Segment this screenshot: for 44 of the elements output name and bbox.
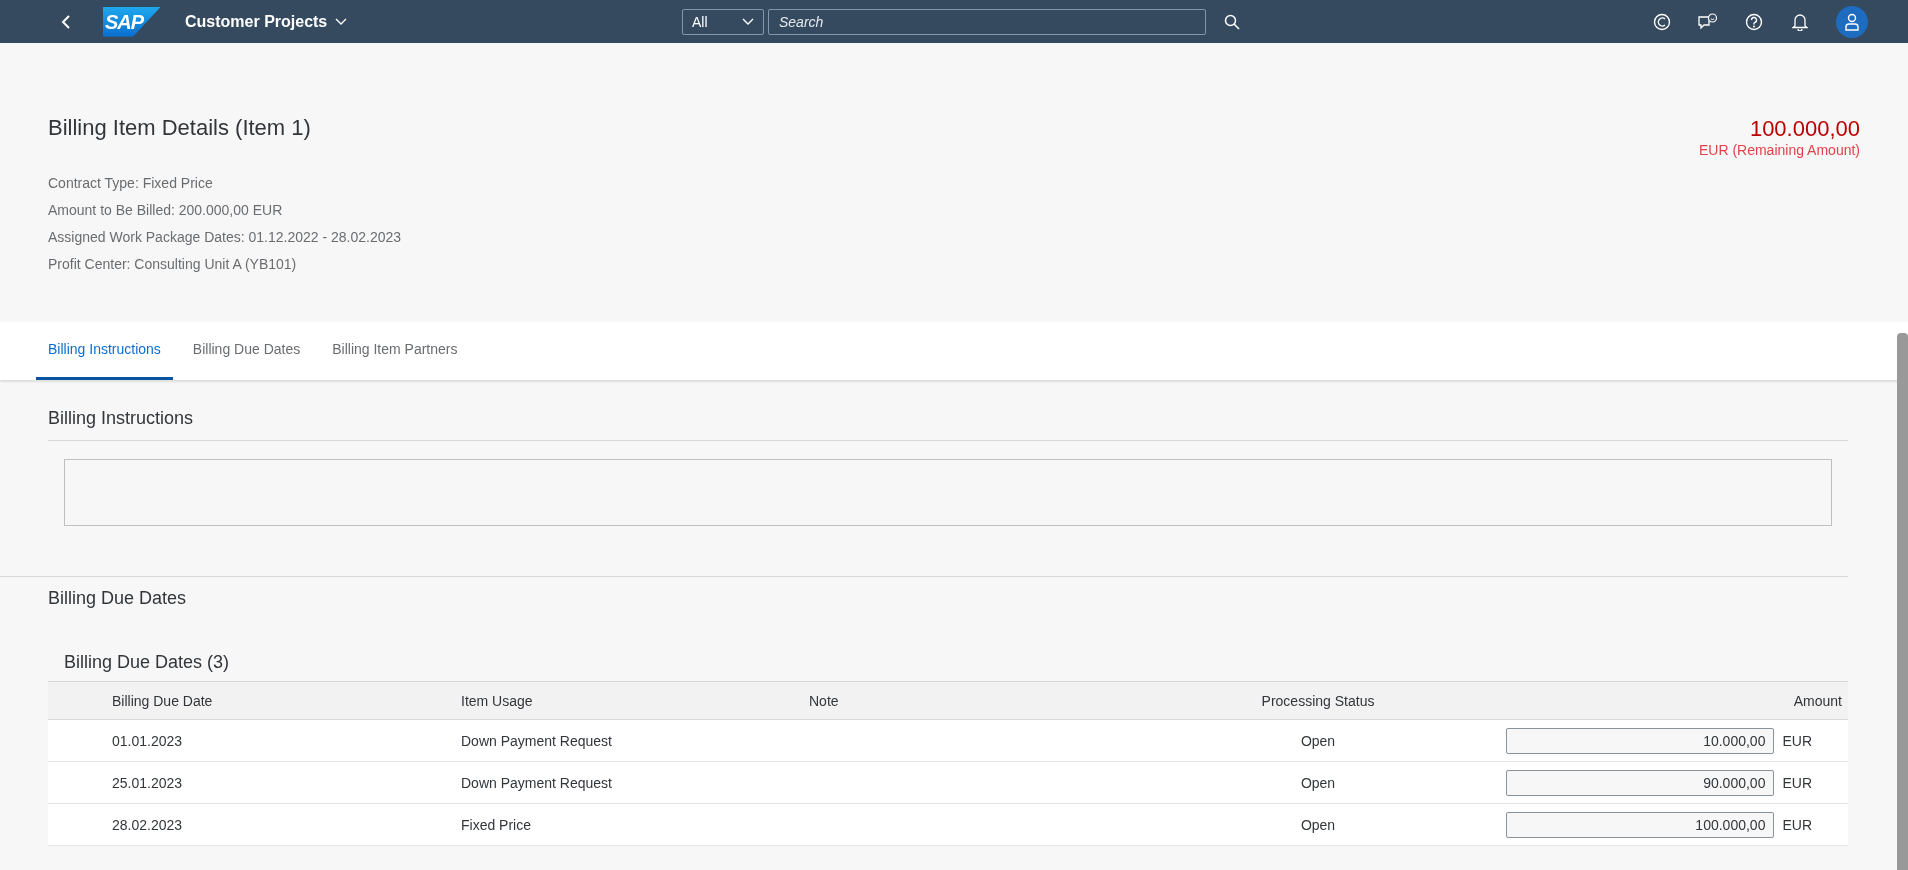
app-title-menu[interactable]: Customer Projects bbox=[185, 12, 348, 31]
table-cell-text: 25.01.2023 bbox=[111, 774, 184, 791]
remaining-amount-value: 100.000,00 bbox=[1748, 116, 1860, 142]
column-header: Billing Due Date bbox=[111, 692, 214, 709]
header-attribute: Assigned Work Package Dates: 01.12.2022 - 28.02.2023 bbox=[48, 229, 402, 246]
chevron-down-icon bbox=[742, 17, 754, 26]
currency-label: EUR bbox=[1782, 732, 1812, 749]
table-row[interactable]: 28.02.2023 Fixed Price Open 100.000,00 EUR bbox=[48, 804, 1848, 846]
table-cell-text: Open bbox=[1299, 732, 1337, 749]
column-header: Processing Status bbox=[1260, 692, 1376, 709]
company-logo[interactable]: SAP bbox=[103, 6, 161, 37]
table-cell-text: Open bbox=[1299, 774, 1337, 791]
currency-label: EUR bbox=[1782, 816, 1812, 833]
remaining-amount-label: EUR (Remaining Amount) bbox=[1698, 142, 1860, 158]
tab[interactable]: Billing Due Dates bbox=[180, 341, 313, 380]
scrollbar-thumb[interactable] bbox=[1897, 333, 1908, 870]
column-header: Note bbox=[809, 692, 840, 709]
page-title: Billing Item Details (Item 1) bbox=[48, 115, 312, 141]
table-cell-text: Open bbox=[1299, 816, 1337, 833]
column-header: Item Usage bbox=[461, 692, 534, 709]
table-cell-text: 01.01.2023 bbox=[111, 732, 184, 749]
search-field[interactable]: Search bbox=[768, 8, 1206, 35]
amount-input[interactable]: 10.000,00 bbox=[1506, 727, 1775, 754]
table-row[interactable]: 25.01.2023 Down Payment Request Open 90.000,00 EUR bbox=[48, 762, 1848, 804]
table-cell-text: 28.02.2023 bbox=[111, 816, 184, 833]
table-cell-text: Fixed Price bbox=[461, 816, 533, 833]
tab[interactable]: Billing Instructions bbox=[36, 341, 173, 380]
section-title: Billing Instructions bbox=[48, 407, 195, 429]
amount-input[interactable]: 100.000,00 bbox=[1506, 811, 1775, 838]
currency-label: EUR bbox=[1782, 774, 1812, 791]
header-attribute: Profit Center: Consulting Unit A (YB101) bbox=[48, 256, 298, 273]
table-cell-text: Down Payment Request bbox=[461, 774, 613, 791]
table-cell-text: Down Payment Request bbox=[461, 732, 613, 749]
chevron-down-icon bbox=[335, 17, 348, 26]
user-avatar-icon[interactable] bbox=[1836, 5, 1868, 38]
section-title: Billing Due Dates bbox=[48, 587, 188, 609]
header-attribute: Amount to Be Billed: 200.000,00 EUR bbox=[48, 202, 284, 219]
tab[interactable]: Billing Item Partners bbox=[320, 341, 470, 380]
table-row[interactable]: 01.01.2023 Down Payment Request Open 10.000,00 EUR bbox=[48, 720, 1848, 762]
table-title: Billing Due Dates (3) bbox=[64, 651, 231, 673]
header-attribute: Contract Type: Fixed Price bbox=[48, 175, 214, 192]
column-header: Amount bbox=[1792, 692, 1843, 709]
search-scope-select[interactable]: All bbox=[682, 8, 764, 35]
amount-input[interactable]: 90.000,00 bbox=[1506, 769, 1775, 796]
